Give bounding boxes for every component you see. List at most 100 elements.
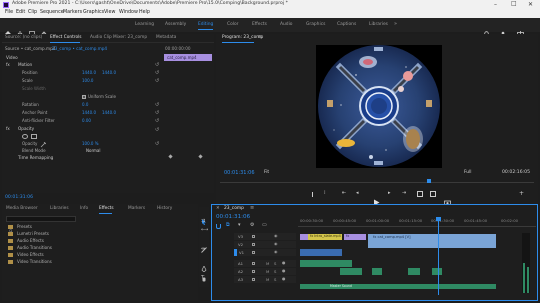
solo-button[interactable]: S — [274, 277, 276, 282]
button-editor-icon[interactable]: + — [519, 191, 524, 197]
list-item[interactable]: Lumetri Presets — [6, 231, 196, 237]
list-item[interactable]: Audio Transitions — [6, 245, 196, 251]
ec-clip-bar[interactable]: cat_comp.mp4 — [164, 54, 212, 61]
track-label[interactable]: V2 — [238, 242, 243, 247]
timeline-tab[interactable]: 23_comp — [224, 206, 244, 211]
timeline-menu-icon[interactable]: ≡ — [250, 206, 254, 211]
tab-effect-controls[interactable]: Effect Controls — [50, 35, 82, 40]
close-button[interactable]: ✕ — [528, 2, 533, 8]
tab-info[interactable]: Info — [80, 206, 88, 211]
track-label[interactable]: A2 — [238, 269, 243, 274]
step-forward-button[interactable]: ▸ — [388, 191, 391, 196]
reset-icon[interactable]: ↺ — [155, 119, 159, 124]
timeline-playhead-handle[interactable] — [436, 217, 441, 221]
menu-markers[interactable]: Markers — [63, 10, 82, 16]
program-scrub-bar[interactable] — [220, 179, 534, 183]
ec-opacity-section[interactable]: Opacity — [18, 126, 34, 131]
panel-menu-icon[interactable]: ≡ — [258, 35, 262, 40]
ec-source-label[interactable]: Source • cat_comp.mp4 — [5, 46, 55, 51]
timeline-clip[interactable] — [300, 234, 308, 240]
mask-pen-icon[interactable] — [40, 133, 47, 148]
home-icon[interactable] — [5, 22, 11, 37]
mute-button[interactable]: M — [266, 277, 269, 282]
lift-button[interactable] — [417, 191, 423, 197]
quick-export-icon[interactable] — [517, 22, 524, 37]
track-lock-icon[interactable] — [252, 262, 255, 265]
menu-file[interactable]: File — [5, 10, 13, 16]
timeline-clip[interactable]: fx — [344, 234, 366, 240]
mute-button[interactable]: M — [266, 261, 269, 266]
track-lock-icon[interactable] — [252, 251, 255, 254]
snap-icon[interactable] — [216, 224, 221, 229]
mask-ellipse-icon[interactable] — [22, 134, 28, 139]
edit-mode-icon[interactable] — [29, 22, 35, 37]
workspace-overflow-button[interactable]: » — [394, 22, 397, 27]
step-back-button[interactable]: ◂ — [356, 191, 359, 196]
solo-button[interactable]: S — [274, 269, 276, 274]
workspace-effects[interactable]: Effects — [252, 22, 267, 27]
workspace-captions[interactable]: Captions — [337, 22, 356, 27]
list-item[interactable]: Presets — [6, 224, 196, 230]
menu-sequence[interactable]: Sequence — [40, 10, 64, 16]
eye-icon[interactable]: ◉ — [274, 242, 278, 246]
reset-icon[interactable]: ↺ — [155, 63, 159, 68]
mask-rectangle-icon[interactable] — [31, 134, 37, 139]
extract-button[interactable] — [430, 191, 436, 197]
reset-icon[interactable]: ↺ — [155, 142, 159, 147]
track-label[interactable]: V1 — [239, 250, 244, 255]
ec-sequence-label[interactable]: 23_comp • cat_comp.mp4 — [52, 46, 107, 51]
reset-icon[interactable]: ↺ — [155, 79, 159, 84]
menu-graphics[interactable]: Graphics — [83, 10, 104, 16]
track-lock-icon[interactable] — [252, 278, 255, 281]
ec-row-scale-value[interactable]: 100.0 — [82, 79, 93, 83]
workspace-audio[interactable]: Audio — [280, 22, 292, 27]
search-icon[interactable] — [484, 22, 490, 37]
track-label[interactable]: V3 — [238, 234, 243, 239]
track-label[interactable]: A1 — [238, 261, 243, 266]
timeline-clip[interactable]: fx cat_comp.mp4 [V] — [368, 234, 496, 248]
menu-clip[interactable]: Clip — [28, 10, 37, 16]
mic-icon[interactable]: ● — [282, 261, 286, 265]
audio-clip[interactable] — [300, 260, 352, 267]
effects-search-field[interactable] — [6, 216, 76, 233]
ec-row-rotation-value[interactable]: 0.0 — [82, 103, 88, 107]
menu-window[interactable]: Window — [119, 10, 138, 16]
tab-audio-clip-mixer[interactable]: Audio Clip Mixer: 23_comp — [90, 35, 147, 40]
hand-tool-icon[interactable] — [201, 267, 207, 282]
ec-row-anchor-x[interactable]: 1440.0 — [82, 111, 96, 115]
track-select-tool-icon[interactable]: ⇉ — [201, 219, 205, 224]
ec-time-remap-label[interactable]: Time Remapping — [18, 155, 53, 160]
razor-tool-icon[interactable] — [201, 238, 207, 253]
timeline-clip[interactable]: fx Intro_slate.mp4 — [308, 234, 342, 240]
track-lock-icon[interactable] — [252, 235, 255, 238]
tab-history[interactable]: History — [157, 206, 172, 211]
tab-markers[interactable]: Markers — [128, 206, 145, 211]
workspace-libraries[interactable]: Libraries — [369, 22, 388, 27]
selection-tool-icon[interactable] — [201, 210, 207, 226]
export-frame-icon[interactable] — [444, 191, 451, 206]
audio-clip[interactable] — [340, 268, 362, 275]
tab-metadata[interactable]: Metadata — [156, 35, 176, 40]
list-item[interactable]: Audio Effects — [6, 238, 196, 244]
list-item[interactable]: Video Effects — [6, 252, 196, 258]
add-marker-icon[interactable]: ▾ — [238, 223, 241, 228]
workspace-editing[interactable]: Editing — [198, 22, 213, 27]
reset-icon[interactable]: ↺ — [155, 71, 159, 76]
list-item[interactable]: Video Transitions — [6, 259, 196, 265]
mic-icon[interactable]: ● — [282, 277, 286, 281]
track-lock-icon[interactable] — [252, 270, 255, 273]
uniform-scale-checkbox[interactable] — [82, 95, 86, 99]
solo-button[interactable]: S — [274, 261, 276, 266]
play-button[interactable] — [373, 191, 380, 206]
workspace-graphics[interactable]: Graphics — [306, 22, 325, 27]
reset-icon[interactable]: ↺ — [155, 111, 159, 116]
maximize-button[interactable]: □ — [511, 1, 517, 7]
linked-selection-icon[interactable]: ⧉ — [226, 223, 230, 228]
audio-clip[interactable] — [372, 268, 382, 275]
tab-effects[interactable]: Effects — [99, 206, 114, 211]
source-patch-v1[interactable] — [234, 249, 237, 256]
reset-icon[interactable]: ↺ — [155, 128, 159, 133]
ec-motion-label[interactable]: Motion — [18, 62, 32, 67]
go-to-in-button[interactable]: ⇤ — [342, 191, 346, 196]
import-icon[interactable] — [17, 22, 23, 37]
